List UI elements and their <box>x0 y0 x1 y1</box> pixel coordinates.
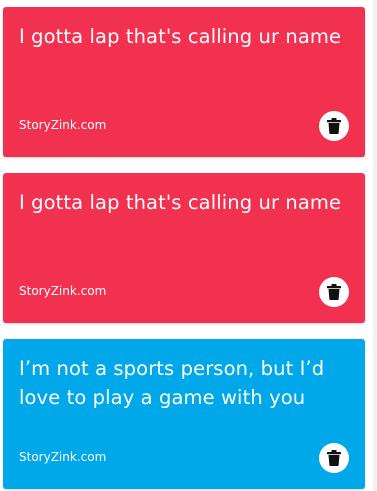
source-label: StoryZink.com <box>19 118 107 132</box>
line-card: I gotta lap that's calling ur name Story… <box>3 173 365 323</box>
line-text: I gotta lap that's calling ur name <box>19 25 342 48</box>
line-card: I’m not a sports person, but I’d love to… <box>3 339 365 489</box>
source-label: StoryZink.com <box>19 450 107 464</box>
trash-icon <box>327 450 341 466</box>
scrollbar[interactable] <box>373 0 377 491</box>
delete-button[interactable] <box>319 111 349 141</box>
delete-button[interactable] <box>319 443 349 473</box>
line-card: I gotta lap that's calling ur name Story… <box>3 7 365 157</box>
source-label: StoryZink.com <box>19 284 107 298</box>
delete-button[interactable] <box>319 277 349 307</box>
line-text: I gotta lap that's calling ur name <box>19 191 342 214</box>
trash-icon <box>327 284 341 300</box>
trash-icon <box>327 118 341 134</box>
pickup-lines-list: I gotta lap that's calling ur name Story… <box>0 0 377 491</box>
line-text: I’m not a sports person, but I’d love to… <box>19 357 325 409</box>
